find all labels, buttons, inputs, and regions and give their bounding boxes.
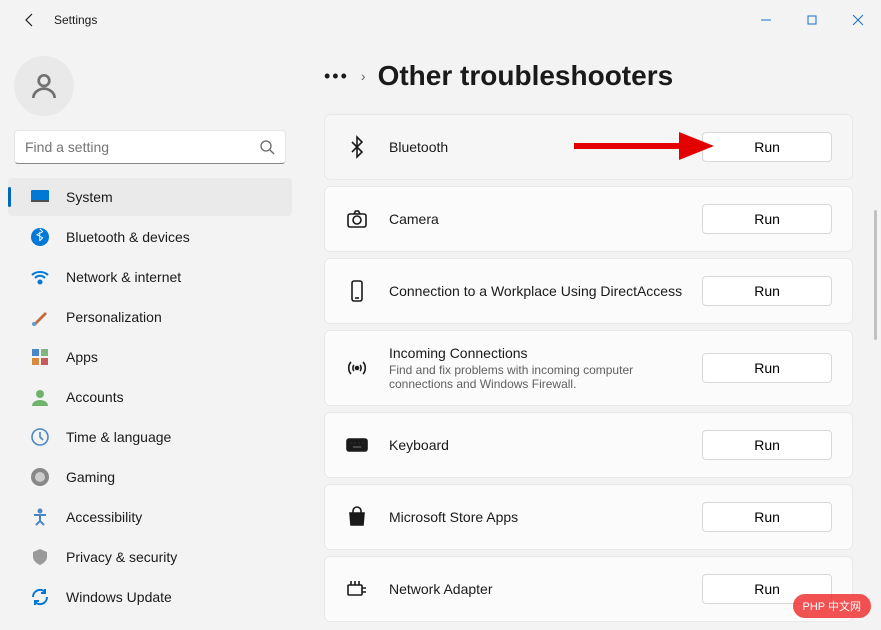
nav-label: Windows Update [66, 589, 172, 605]
run-button[interactable]: Run [702, 204, 832, 234]
close-icon [852, 14, 864, 26]
signal-icon [345, 356, 369, 380]
keyboard-icon [345, 433, 369, 457]
apps-icon [30, 347, 50, 367]
card-title: Network Adapter [389, 581, 682, 597]
bluetooth-icon [30, 227, 50, 247]
run-button[interactable]: Run [702, 430, 832, 460]
content[interactable]: ••• › Other troubleshooters Bluetooth Ru… [300, 40, 877, 630]
nav-label: Time & language [66, 429, 171, 445]
search-input[interactable] [25, 139, 259, 155]
paint-icon [30, 307, 50, 327]
troubleshooter-card-camera: Camera Run [324, 186, 853, 252]
nav-label: Accounts [66, 389, 124, 405]
card-title: Incoming Connections [389, 345, 682, 361]
main: System Bluetooth & devices Network & int… [0, 40, 881, 630]
update-icon [30, 587, 50, 607]
phone-icon [345, 279, 369, 303]
sidebar: System Bluetooth & devices Network & int… [0, 40, 300, 630]
breadcrumb: ••• › Other troubleshooters [324, 60, 853, 92]
nav-label: Accessibility [66, 509, 142, 525]
sidebar-item-personalization[interactable]: Personalization [8, 298, 292, 336]
run-button[interactable]: Run [702, 132, 832, 162]
maximize-button[interactable] [789, 0, 835, 40]
gaming-icon [30, 467, 50, 487]
bluetooth-icon [345, 135, 369, 159]
window-title: Settings [54, 13, 97, 27]
run-button[interactable]: Run [702, 353, 832, 383]
camera-icon [345, 207, 369, 231]
nav-label: Personalization [66, 309, 162, 325]
card-title: Connection to a Workplace Using DirectAc… [389, 283, 682, 299]
nav-label: Bluetooth & devices [66, 229, 190, 245]
troubleshooter-card-bluetooth: Bluetooth Run [324, 114, 853, 180]
arrow-left-icon [22, 12, 38, 28]
run-button[interactable]: Run [702, 502, 832, 532]
wifi-icon [30, 267, 50, 287]
card-title: Keyboard [389, 437, 682, 453]
sidebar-item-accounts[interactable]: Accounts [8, 378, 292, 416]
chevron-right-icon: › [361, 68, 366, 84]
adapter-icon [345, 577, 369, 601]
system-icon [30, 187, 50, 207]
sidebar-item-gaming[interactable]: Gaming [8, 458, 292, 496]
avatar[interactable] [14, 56, 74, 116]
clock-icon [30, 427, 50, 447]
troubleshooter-card-connection: Connection to a Workplace Using DirectAc… [324, 258, 853, 324]
accessibility-icon [30, 507, 50, 527]
scrollbar[interactable] [874, 210, 877, 340]
sidebar-item-apps[interactable]: Apps [8, 338, 292, 376]
sidebar-item-privacy[interactable]: Privacy & security [8, 538, 292, 576]
close-button[interactable] [835, 0, 881, 40]
page-title: Other troubleshooters [378, 60, 674, 92]
card-title: Camera [389, 211, 682, 227]
nav-label: Apps [66, 349, 98, 365]
accounts-icon [30, 387, 50, 407]
nav-label: Network & internet [66, 269, 181, 285]
sidebar-item-bluetooth[interactable]: Bluetooth & devices [8, 218, 292, 256]
sidebar-item-accessibility[interactable]: Accessibility [8, 498, 292, 536]
sidebar-item-system[interactable]: System [8, 178, 292, 216]
card-title: Bluetooth [389, 139, 682, 155]
minimize-button[interactable] [743, 0, 789, 40]
window-controls [743, 0, 881, 40]
user-icon [28, 70, 60, 102]
search-icon [259, 139, 275, 155]
nav: System Bluetooth & devices Network & int… [0, 178, 300, 616]
troubleshooter-card-keyboard: Keyboard Run [324, 412, 853, 478]
run-button[interactable]: Run [702, 276, 832, 306]
titlebar: Settings [0, 0, 881, 40]
sidebar-item-time[interactable]: Time & language [8, 418, 292, 456]
troubleshooter-card-network: Network Adapter Run [324, 556, 853, 622]
nav-label: Gaming [66, 469, 115, 485]
nav-label: Privacy & security [66, 549, 177, 565]
sidebar-item-network[interactable]: Network & internet [8, 258, 292, 296]
maximize-icon [807, 15, 817, 25]
bag-icon [345, 505, 369, 529]
sidebar-item-update[interactable]: Windows Update [8, 578, 292, 616]
troubleshooter-card-store: Microsoft Store Apps Run [324, 484, 853, 550]
search-box[interactable] [14, 130, 286, 164]
troubleshooter-card-incoming: Incoming Connections Find and fix proble… [324, 330, 853, 406]
card-title: Microsoft Store Apps [389, 509, 682, 525]
shield-icon [30, 547, 50, 567]
watermark: PHP 中文网 [793, 594, 871, 618]
minimize-icon [761, 15, 771, 25]
nav-label: System [66, 189, 113, 205]
back-button[interactable] [10, 0, 50, 40]
breadcrumb-more[interactable]: ••• [324, 66, 349, 87]
card-subtitle: Find and fix problems with incoming comp… [389, 363, 649, 391]
